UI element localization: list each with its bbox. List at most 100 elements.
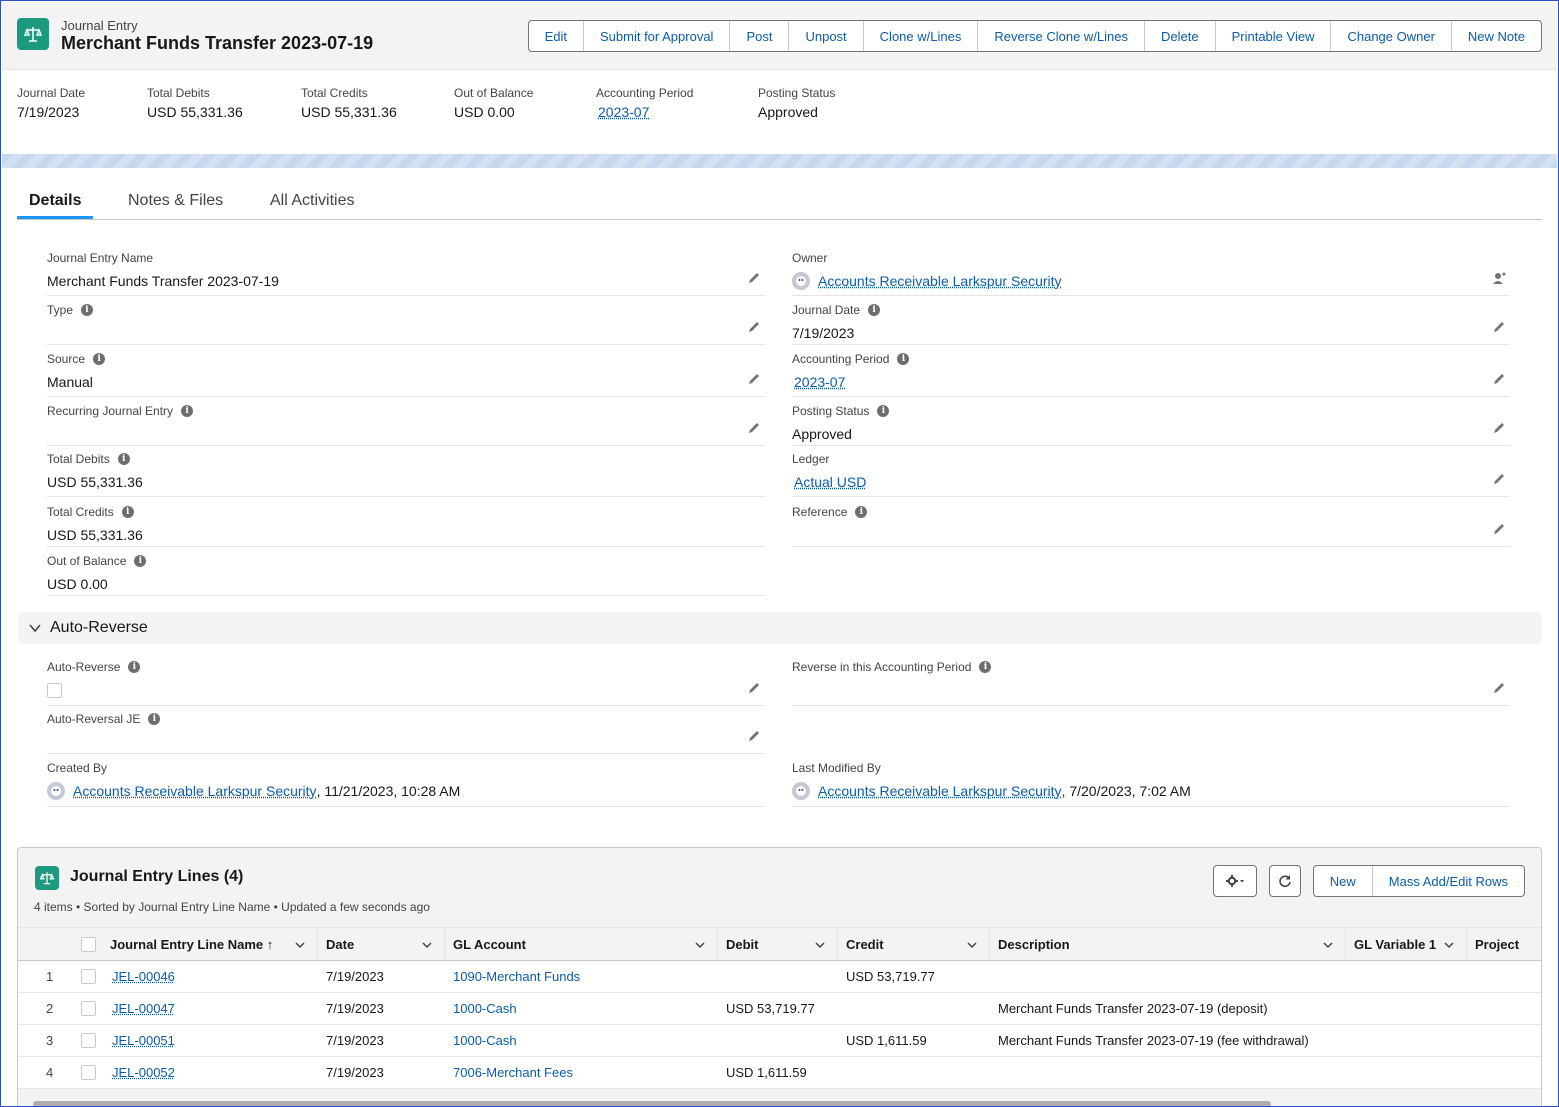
pencil-icon[interactable] <box>747 372 761 386</box>
info-icon[interactable]: i <box>979 661 992 673</box>
column-header-gl-account[interactable]: GL Account <box>445 928 718 960</box>
delete-button[interactable]: Delete <box>1145 21 1216 51</box>
pencil-icon[interactable] <box>747 271 761 285</box>
change-owner-button[interactable]: Change Owner <box>1331 21 1452 51</box>
chevron-down-icon[interactable] <box>967 940 977 950</box>
clone-with-lines-button[interactable]: Clone w/Lines <box>864 21 979 51</box>
pencil-icon[interactable] <box>747 681 761 695</box>
line-credit <box>838 993 990 1024</box>
row-checkbox[interactable] <box>80 1065 96 1080</box>
scrollbar-thumb[interactable] <box>33 1101 1271 1106</box>
column-header-credit[interactable]: Credit <box>838 928 990 960</box>
refresh-button[interactable] <box>1268 865 1301 897</box>
change-owner-icon[interactable] <box>1492 271 1506 285</box>
pencil-icon[interactable] <box>1492 472 1506 486</box>
field-label: Auto-Reverse <box>47 660 121 674</box>
column-label: Project <box>1475 936 1520 952</box>
unpost-button[interactable]: Unpost <box>789 21 864 51</box>
pencil-icon[interactable] <box>747 729 761 743</box>
row-checkbox[interactable] <box>80 969 96 984</box>
field-value: Manual <box>47 374 93 390</box>
chevron-down-icon[interactable] <box>815 940 825 950</box>
tab-all-activities[interactable]: All Activities <box>270 192 354 210</box>
info-icon[interactable]: i <box>117 453 130 465</box>
accounting-period-link[interactable]: 2023-07 <box>598 104 693 120</box>
line-date: 7/19/2023 <box>326 969 384 984</box>
auto-reverse-section-header[interactable]: Auto-Reverse <box>18 612 1542 644</box>
created-by-link[interactable]: Accounts Receivable Larkspur Security <box>73 783 317 799</box>
column-header-debit[interactable]: Debit <box>718 928 838 960</box>
table-row: 4 JEL-00052 7/19/2023 7006-Merchant Fees… <box>18 1057 1541 1089</box>
gl-account-link[interactable]: 1000-Cash <box>453 1033 517 1048</box>
tab-notes-files[interactable]: Notes & Files <box>128 192 223 210</box>
line-name-link[interactable]: JEL-00047 <box>112 1001 175 1016</box>
info-icon[interactable]: i <box>128 661 141 673</box>
pencil-icon[interactable] <box>1492 522 1506 536</box>
gl-account-link[interactable]: 1000-Cash <box>453 1001 517 1016</box>
select-all-checkbox[interactable] <box>80 936 96 952</box>
post-button[interactable]: Post <box>730 21 790 51</box>
row-checkbox[interactable] <box>80 1001 96 1016</box>
pencil-icon[interactable] <box>1492 320 1506 334</box>
row-checkbox[interactable] <box>80 1033 96 1048</box>
auto-reverse-checkbox[interactable] <box>47 682 62 698</box>
field-value <box>792 525 1510 545</box>
field-auto-reversal-je: Auto-Reversal JE i <box>47 711 765 754</box>
tab-details[interactable]: Details <box>29 192 81 210</box>
info-icon[interactable]: i <box>877 405 890 417</box>
select-all-header <box>70 928 106 960</box>
refresh-icon <box>1279 875 1291 888</box>
new-line-button[interactable]: New <box>1314 866 1373 896</box>
app-frame: Journal Entry Merchant Funds Transfer 20… <box>0 0 1559 1107</box>
highlight-label: Journal Date <box>17 86 86 100</box>
info-icon[interactable]: i <box>148 713 161 725</box>
field-value: USD 55,331.36 <box>47 527 143 543</box>
scales-icon <box>17 18 49 50</box>
chevron-down-icon[interactable] <box>1323 940 1333 950</box>
line-name-link[interactable]: JEL-00046 <box>112 969 175 984</box>
info-icon[interactable]: i <box>134 555 147 567</box>
submit-for-approval-button[interactable]: Submit for Approval <box>584 21 731 51</box>
highlight-label: Total Credits <box>301 86 368 100</box>
column-header-date[interactable]: Date <box>318 928 445 960</box>
column-header-gl-variable-1[interactable]: GL Variable 1 <box>1346 928 1467 960</box>
column-header-description[interactable]: Description <box>990 928 1346 960</box>
mass-add-edit-button[interactable]: Mass Add/Edit Rows <box>1373 866 1524 896</box>
info-icon[interactable]: i <box>897 353 910 365</box>
field-auto-reverse: Auto-Reverse i <box>47 659 765 706</box>
horizontal-scrollbar[interactable] <box>19 1099 1541 1106</box>
chevron-down-icon[interactable] <box>422 940 432 950</box>
gl-account-link[interactable]: 1090-Merchant Funds <box>453 969 580 984</box>
column-header-project[interactable]: Project <box>1467 928 1541 960</box>
list-settings-button[interactable] <box>1212 865 1257 897</box>
gl-account-link[interactable]: 7006-Merchant Fees <box>453 1065 573 1080</box>
info-icon[interactable]: i <box>855 506 868 518</box>
reverse-clone-button[interactable]: Reverse Clone w/Lines <box>978 21 1146 51</box>
pencil-icon[interactable] <box>1492 681 1506 695</box>
pencil-icon[interactable] <box>747 421 761 435</box>
line-name-link[interactable]: JEL-00052 <box>112 1065 175 1080</box>
printable-view-button[interactable]: Printable View <box>1216 21 1332 51</box>
scales-icon <box>35 866 59 890</box>
edit-button[interactable]: Edit <box>529 21 584 51</box>
info-icon[interactable]: i <box>93 353 106 365</box>
pencil-icon[interactable] <box>1492 421 1506 435</box>
chevron-down-icon[interactable] <box>1444 940 1454 950</box>
pencil-icon[interactable] <box>747 320 761 334</box>
info-icon[interactable]: i <box>868 304 881 316</box>
column-header-name[interactable]: Journal Entry Line Name ↑ <box>106 928 318 960</box>
ledger-link[interactable]: Actual USD <box>794 474 866 490</box>
pencil-icon[interactable] <box>1492 372 1506 386</box>
accounting-period-link[interactable]: 2023-07 <box>794 374 845 390</box>
new-note-button[interactable]: New Note <box>1452 21 1541 51</box>
info-icon[interactable]: i <box>121 506 134 518</box>
chevron-down-icon[interactable] <box>295 940 305 950</box>
line-name-link[interactable]: JEL-00051 <box>112 1033 175 1048</box>
modified-by-link[interactable]: Accounts Receivable Larkspur Security <box>818 783 1062 799</box>
highlight-label: Total Debits <box>147 86 210 100</box>
info-icon[interactable]: i <box>81 304 94 316</box>
chevron-down-icon[interactable] <box>695 940 705 950</box>
avatar <box>792 272 810 290</box>
owner-link[interactable]: Accounts Receivable Larkspur Security <box>818 273 1062 289</box>
info-icon[interactable]: i <box>181 405 194 417</box>
